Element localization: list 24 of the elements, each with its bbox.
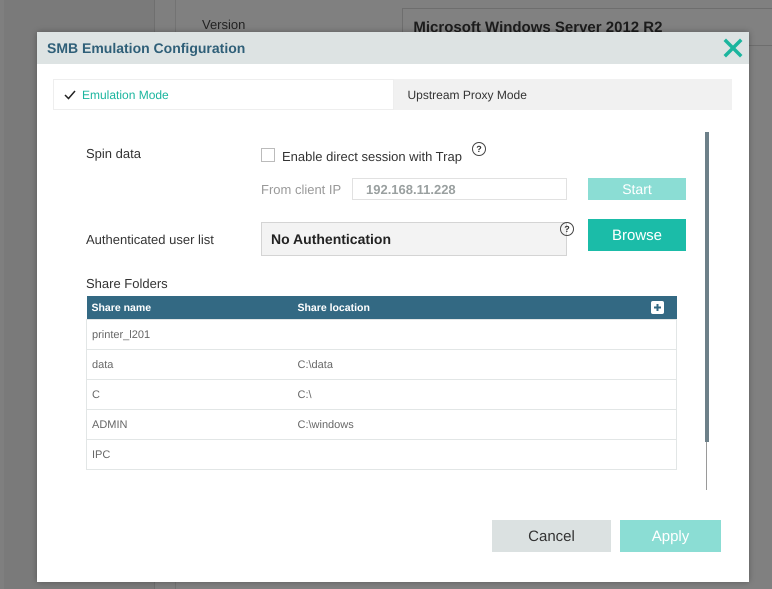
section-label: Share Folders	[86, 276, 169, 291]
table-cell: C	[92, 388, 100, 400]
add-icon[interactable]	[650, 301, 664, 314]
help-icon[interactable]: ?	[560, 222, 574, 236]
table-cell: ADMIN	[92, 418, 128, 430]
table-cell: printer_l201	[92, 328, 150, 340]
check-icon	[64, 89, 76, 100]
scrollbar[interactable]	[705, 132, 709, 490]
field-label: Spin data	[86, 146, 142, 161]
field-label: From client IP	[261, 182, 342, 196]
checkbox[interactable]: Enable direct session with Trap	[261, 146, 462, 164]
field-label: Version	[202, 18, 246, 32]
column-header: Share name	[86, 296, 292, 320]
checkbox-box[interactable]	[261, 148, 275, 162]
table-cell: C:\windows	[298, 418, 354, 430]
column-header: Share location	[292, 296, 650, 320]
table-cell: C:\	[298, 388, 312, 400]
dialog-title: SMB Emulation Configuration	[47, 40, 246, 56]
help-icon[interactable]: ?	[472, 142, 486, 156]
field-label: Authenticated user list	[86, 232, 215, 246]
table-cell: data	[92, 358, 114, 370]
table-cell: IPC	[92, 448, 110, 460]
dialog-button[interactable]: Cancel	[492, 520, 611, 552]
table-cell: C:\data	[298, 358, 333, 370]
